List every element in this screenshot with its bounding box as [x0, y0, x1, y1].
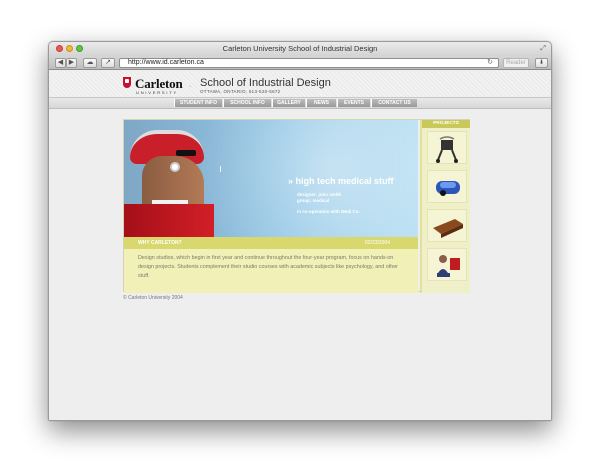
project-thumbnail[interactable] — [427, 170, 467, 203]
copyright-text: © Carleton University 2004 — [123, 295, 183, 301]
hero-details: designer: john smith group: medical in c… — [297, 192, 360, 215]
walker-icon — [436, 136, 458, 163]
university-logo-text: UNIVERSITY — [136, 90, 179, 95]
site-title: School of Industrial Design — [200, 77, 331, 89]
nav-news[interactable]: NEWS — [306, 99, 336, 107]
nav-student-info[interactable]: STUDENT INFO — [174, 99, 222, 107]
back-arrow-icon: ◀ — [57, 59, 64, 66]
nav-events[interactable]: EVENTS — [337, 99, 370, 107]
hero-marker — [220, 166, 221, 172]
share-button[interactable]: ↗ — [101, 58, 115, 68]
hero-image[interactable]: » high tech medical stuff designer: john… — [124, 120, 418, 237]
project-thumbnail[interactable] — [427, 248, 467, 281]
address-bar[interactable]: http://www.id.carleton.ca ↻ — [119, 58, 499, 68]
site-header: Carleton UNIVERSITY · School of Industri… — [49, 71, 551, 109]
nav-school-info[interactable]: SCHOOL INFO — [223, 99, 271, 107]
helmet-visor-graphic — [176, 150, 196, 156]
hero-title[interactable]: » high tech medical stuff — [288, 176, 394, 186]
site-address: OTTAWA, ONTARIO, 613-520-5672 — [200, 89, 281, 94]
projects-heading: PROJECTS — [422, 120, 470, 128]
why-carleton-label: WHY CARLETON? — [138, 240, 182, 246]
medical-sensor-graphic — [170, 162, 180, 172]
post-date: 02/23/2004 — [365, 240, 391, 246]
fullscreen-icon[interactable]: ⤢ — [540, 45, 546, 53]
icloud-tabs-button[interactable]: ☁ — [83, 58, 97, 68]
projects-sidebar: PROJECTS — [420, 120, 470, 293]
downloads-button[interactable]: ⬇ — [535, 58, 548, 68]
url-text: http://www.id.carleton.ca — [128, 59, 204, 66]
back-button[interactable]: ◀ — [55, 58, 66, 68]
feature-module: » high tech medical stuff designer: john… — [123, 119, 470, 293]
browser-toolbar: ◀ ▶ ☁ ↗ http://www.id.carleton.ca ↻ Read… — [49, 56, 551, 70]
window-titlebar: Carleton University School of Industrial… — [49, 42, 551, 56]
blue-device-icon — [436, 181, 460, 196]
cloud-icon: ☁ — [86, 59, 94, 66]
forward-button[interactable]: ▶ — [66, 58, 77, 68]
reload-icon[interactable]: ↻ — [487, 59, 493, 67]
project-thumbnail[interactable] — [427, 209, 467, 242]
hero-cooperation: in co-operation with Medi Co. — [297, 209, 360, 214]
nav-contact-us[interactable]: CONTACT US — [371, 99, 417, 107]
window-title: Carleton University School of Industrial… — [222, 44, 378, 53]
description-text: Design studios, which begin in first yea… — [138, 255, 398, 279]
carleton-shield-icon — [123, 77, 131, 88]
project-thumbnail[interactable] — [427, 131, 467, 164]
wooden-chair-icon — [433, 219, 463, 238]
red-jacket-graphic — [124, 204, 214, 237]
reader-button[interactable]: Reader — [503, 58, 529, 68]
forward-arrow-icon: ▶ — [68, 59, 75, 66]
download-icon: ⬇ — [538, 60, 545, 66]
nav-gallery[interactable]: GALLERY — [272, 99, 305, 107]
share-icon: ↗ — [105, 59, 111, 66]
person-with-box-icon — [437, 255, 460, 277]
browser-window: Carleton University School of Industrial… — [48, 41, 552, 421]
web-page: Carleton UNIVERSITY · School of Industri… — [49, 71, 551, 420]
logo-separator: · — [189, 83, 192, 90]
